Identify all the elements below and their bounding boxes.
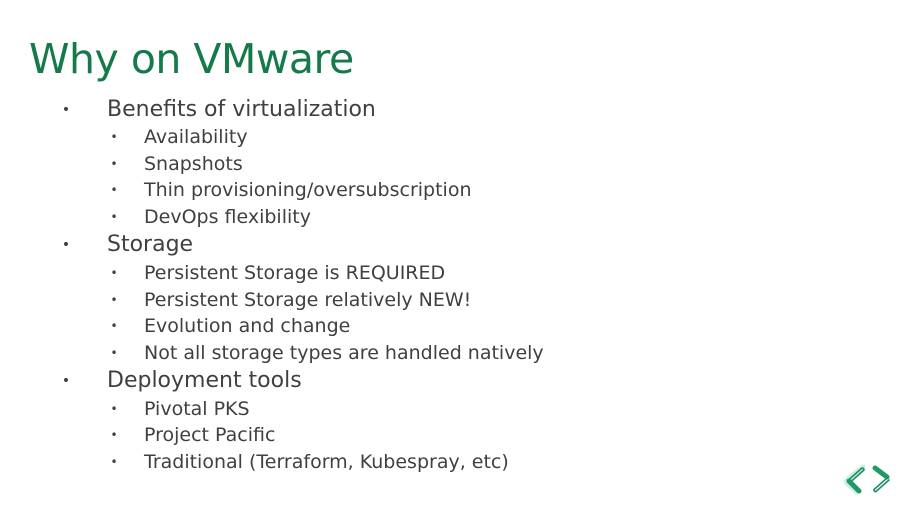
list-item-text: Persistent Storage relatively NEW! — [144, 289, 472, 311]
section-heading-text: Storage — [107, 232, 194, 257]
bullet-icon: • — [110, 210, 118, 224]
bullet-icon: • — [61, 373, 71, 389]
list-item-text: Thin provisioning/oversubscription — [144, 179, 472, 201]
section-heading-text: Benefits of virtualization — [107, 97, 376, 122]
bullet-icon: • — [110, 428, 118, 442]
bullet-icon: • — [110, 319, 118, 333]
slide-title: Why on VMware — [29, 35, 354, 83]
bullet-icon: • — [61, 102, 71, 118]
list-item-text: Pivotal PKS — [144, 398, 250, 420]
list-item-text: Not all storage types are handled native… — [144, 342, 544, 364]
bullet-icon: • — [61, 237, 71, 253]
list-item-text: Persistent Storage is REQUIRED — [144, 262, 446, 284]
bullet-icon: • — [110, 183, 118, 197]
list-item-text: Evolution and change — [144, 315, 351, 337]
list-item-text: DevOps flexibility — [144, 206, 311, 228]
list-item-text: Project Pacific — [144, 424, 276, 446]
list-item-text: Traditional (Terraform, Kubespray, etc) — [144, 451, 509, 473]
bullet-icon: • — [110, 293, 118, 307]
list-item-text: Snapshots — [144, 153, 243, 175]
chevrons-left-right-icon — [844, 464, 890, 495]
bullet-icon: • — [110, 455, 118, 469]
bullet-icon: • — [110, 266, 118, 280]
chevron-right-icon — [872, 465, 890, 493]
bullet-icon: • — [110, 402, 118, 416]
list-item-text: Availability — [144, 126, 248, 148]
bullet-icon: • — [110, 346, 118, 360]
bullet-icon: • — [110, 130, 118, 144]
bullet-icon: • — [110, 157, 118, 171]
chevron-left-icon — [844, 464, 866, 495]
section-heading-text: Deployment tools — [107, 368, 302, 393]
